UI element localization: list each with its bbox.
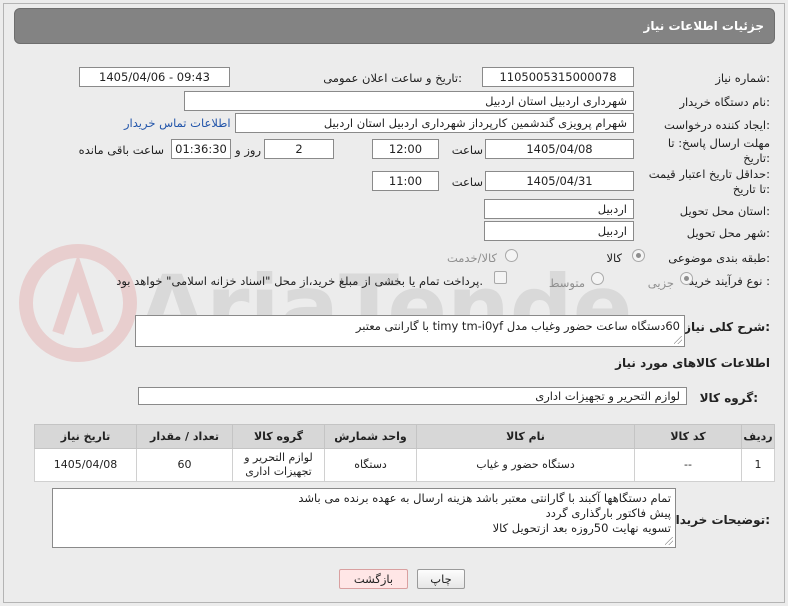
buyer-contact-link[interactable]: اطلاعات تماس خریدار: [124, 116, 231, 130]
buyer-org-field: شهرداری اردبیل استان اردبیل: [184, 91, 634, 111]
cell-date: 1405/04/08: [34, 448, 137, 482]
creator-label: ایجاد کننده درخواست:: [664, 118, 770, 132]
price-validity-date-field: 1405/04/31: [485, 171, 634, 191]
cell-row: 1: [741, 448, 775, 482]
print-button[interactable]: چاپ: [417, 569, 465, 589]
col-qty: تعداد / مقدار: [136, 424, 233, 449]
announce-field: 1405/04/06 - 09:43: [79, 67, 230, 87]
cell-name: دستگاه حضور و غیاب: [416, 448, 635, 482]
announce-label: تاریخ و ساعت اعلان عمومی:: [323, 71, 462, 85]
category-label: طبقه بندی موضوعی:: [668, 251, 770, 265]
reply-deadline-label: مهلت ارسال پاسخ: تا تاریخ:: [668, 136, 770, 166]
items-table-header: ردیف کد کالا نام کالا واحد شمارش گروه کا…: [34, 424, 775, 449]
reply-days-label: روز و: [235, 143, 261, 157]
reply-days-field: 2: [264, 139, 334, 159]
description-textarea[interactable]: 60دستگاه ساعت حضور وغیاب مدل timy tm-i0y…: [135, 315, 685, 347]
province-field: اردبیل: [484, 199, 634, 219]
city-label: شهر محل تحویل:: [686, 226, 770, 240]
page-header: جزئیات اطلاعات نیاز: [14, 8, 775, 44]
purchase-type-medium-radio[interactable]: [591, 272, 604, 285]
buyer-notes-label: توضیحات خریدار:: [668, 513, 770, 527]
buyer-notes-line1: تمام دستگاهها آکبند با گارانتی معتبر باش…: [298, 491, 671, 505]
reply-date-field: 1405/04/08: [485, 139, 634, 159]
cell-group-line1: لوازم التحریر و: [244, 451, 313, 464]
buyer-org-label: نام دستگاه خریدار:: [679, 95, 770, 109]
table-row: 1 -- دستگاه حضور و غیاب دستگاه لوازم الت…: [34, 448, 775, 482]
remaining-time-label: ساعت باقی مانده: [78, 143, 164, 157]
category-goods-service-label: کالا/خدمت: [446, 251, 497, 265]
page-title: جزئیات اطلاعات نیاز: [643, 19, 764, 33]
col-group: گروه کالا: [232, 424, 325, 449]
need-number-field: 1105005315000078: [482, 67, 634, 87]
buyer-notes-line2: پیش فاکتور بارگذاری گردد: [545, 506, 671, 520]
price-validity-label: حداقل تاریخ اعتبار قیمت: تا تاریخ:: [649, 167, 770, 197]
category-goods-radio[interactable]: [632, 249, 645, 262]
price-validity-label-line2: تا تاریخ:: [732, 182, 770, 196]
reply-deadline-label-line2: تاریخ:: [743, 151, 770, 165]
city-field: اردبیل: [484, 221, 634, 241]
goods-group-field: لوازم التحریر و تجهیزات اداری: [138, 387, 687, 405]
need-number-label: شماره نیاز:: [715, 71, 770, 85]
category-goods-service-radio[interactable]: [505, 249, 518, 262]
resize-grip-icon: [674, 336, 682, 344]
cell-group-line2: تجهیزات اداری: [245, 465, 312, 478]
category-goods-label: کالا: [606, 251, 622, 265]
col-name: نام کالا: [416, 424, 635, 449]
col-date: تاریخ نیاز: [34, 424, 137, 449]
goods-section-title: اطلاعات کالاهای مورد نیاز: [615, 356, 770, 370]
items-table: ردیف کد کالا نام کالا واحد شمارش گروه کا…: [34, 424, 775, 482]
cell-code: --: [634, 448, 742, 482]
treasury-payment-checkbox[interactable]: [494, 271, 507, 284]
price-validity-label-line1: حداقل تاریخ اعتبار قیمت:: [648, 167, 770, 181]
purchase-type-medium-label: متوسط: [548, 276, 585, 290]
description-text: 60دستگاه ساعت حضور وغیاب مدل timy tm-i0y…: [355, 319, 680, 333]
purchase-type-label: نوع فرآیند خرید :: [688, 274, 770, 288]
goods-group-label: گروه کالا:: [699, 391, 758, 405]
price-validity-time-field: 11:00: [372, 171, 439, 191]
province-label: استان محل تحویل:: [679, 204, 770, 218]
buyer-notes-line3: تسویه نهایت 50روزه بعد ازتحویل کالا: [492, 521, 671, 535]
back-button[interactable]: بازگشت: [339, 569, 408, 589]
buyer-notes-textarea[interactable]: تمام دستگاهها آکبند با گارانتی معتبر باش…: [52, 488, 676, 548]
reply-deadline-label-line1: مهلت ارسال پاسخ: تا: [667, 136, 770, 150]
cell-group: لوازم التحریر و تجهیزات اداری: [232, 448, 325, 482]
creator-field: شهرام پرویزی گندشمین کارپرداز شهرداری ار…: [235, 113, 634, 133]
price-validity-time-label: ساعت: [451, 175, 483, 189]
treasury-payment-note: پرداخت تمام یا بخشی از مبلغ خرید،از محل …: [116, 274, 483, 288]
reply-time-field: 12:00: [372, 139, 439, 159]
description-label: شرح کلی نیاز:: [684, 320, 770, 334]
purchase-type-partial-label: جزیی: [647, 276, 674, 290]
remaining-time-field: 01:36:30: [171, 139, 231, 159]
resize-grip-icon: [665, 537, 673, 545]
buyer-notes-text: تمام دستگاهها آکبند با گارانتی معتبر باش…: [53, 489, 675, 536]
cell-unit: دستگاه: [324, 448, 417, 482]
reply-time-label: ساعت: [451, 143, 483, 157]
col-row: ردیف: [741, 424, 775, 449]
col-code: کد کالا: [634, 424, 742, 449]
cell-qty: 60: [136, 448, 233, 482]
col-unit: واحد شمارش: [324, 424, 417, 449]
purchase-type-partial-radio[interactable]: [680, 272, 693, 285]
